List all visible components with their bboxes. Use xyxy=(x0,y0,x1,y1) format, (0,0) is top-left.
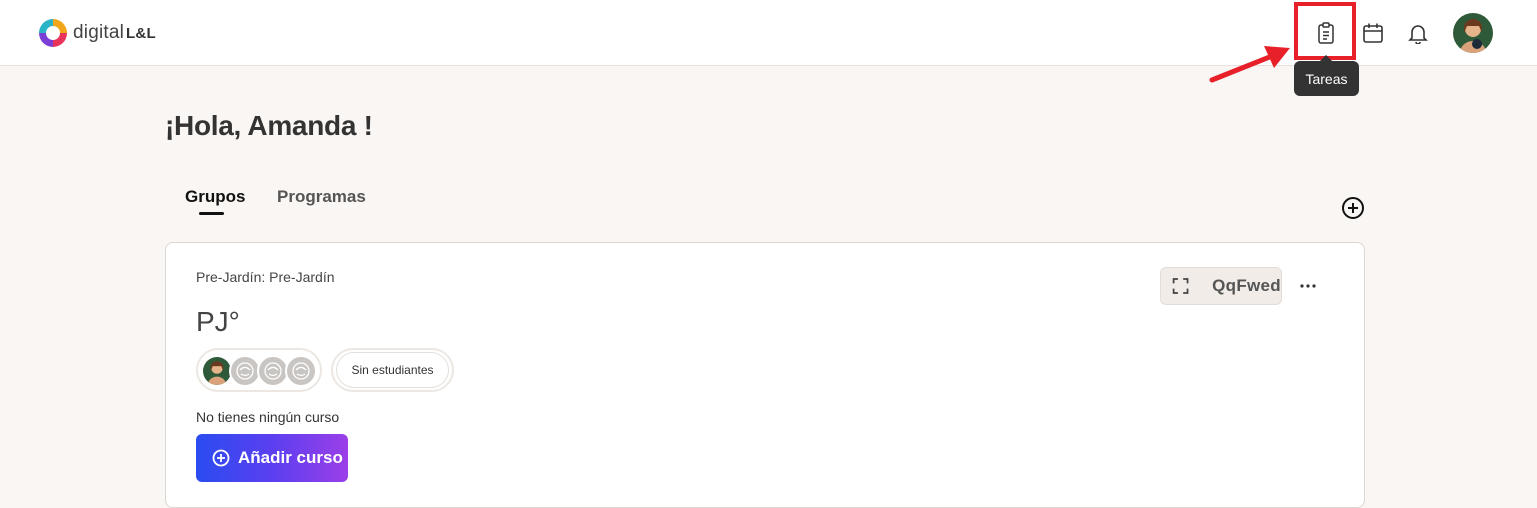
user-placeholder-icon xyxy=(292,362,310,380)
plus-circle-icon xyxy=(1342,197,1364,219)
group-code: QqFwed xyxy=(1212,276,1281,295)
group-code-chip[interactable]: QqFwed xyxy=(1160,267,1282,305)
user-placeholder-icon xyxy=(264,362,282,380)
tasks-tooltip: Tareas xyxy=(1294,55,1359,96)
logo-mark-icon xyxy=(39,19,67,47)
avatar-placeholder xyxy=(285,355,317,387)
calendar-icon xyxy=(1363,23,1383,43)
more-options-button[interactable] xyxy=(1298,276,1318,296)
no-course-text: No tienes ningún curso xyxy=(196,409,340,425)
students-pill[interactable]: Sin estudiantes xyxy=(331,348,454,392)
notifications-button[interactable] xyxy=(1405,20,1431,46)
annotation-arrow-icon xyxy=(1209,46,1290,83)
tab-grupos[interactable]: Grupos xyxy=(185,187,245,207)
calendar-button[interactable] xyxy=(1360,20,1386,46)
group-title: PJ° xyxy=(196,306,240,337)
group-card[interactable]: Pre-Jardín: Pre-Jardín PJ° QqFwed Sin es… xyxy=(165,242,1365,508)
user-placeholder-icon xyxy=(236,362,254,380)
logo[interactable]: digital L&L xyxy=(36,16,156,50)
members-avatars[interactable] xyxy=(196,348,322,392)
avatar-image xyxy=(203,357,231,385)
add-group-button[interactable] xyxy=(1341,196,1365,220)
logo-text: digital L&L xyxy=(73,22,156,43)
user-avatar[interactable] xyxy=(1453,13,1493,53)
add-course-label: Añadir curso xyxy=(238,448,343,467)
plus-circle-icon xyxy=(212,449,230,467)
add-course-button[interactable]: Añadir curso xyxy=(196,434,348,482)
avatar-image xyxy=(1453,13,1493,53)
highlight-box xyxy=(1294,2,1356,60)
expand-icon xyxy=(1172,278,1189,294)
more-horizontal-icon xyxy=(1300,284,1316,288)
active-tab-indicator xyxy=(199,212,224,215)
group-subtitle: Pre-Jardín: Pre-Jardín xyxy=(196,269,335,285)
bell-icon xyxy=(1408,25,1428,44)
page-title: ¡Hola, Amanda ! xyxy=(165,110,373,141)
students-label: Sin estudiantes xyxy=(336,352,449,388)
tab-programas[interactable]: Programas xyxy=(277,187,366,207)
